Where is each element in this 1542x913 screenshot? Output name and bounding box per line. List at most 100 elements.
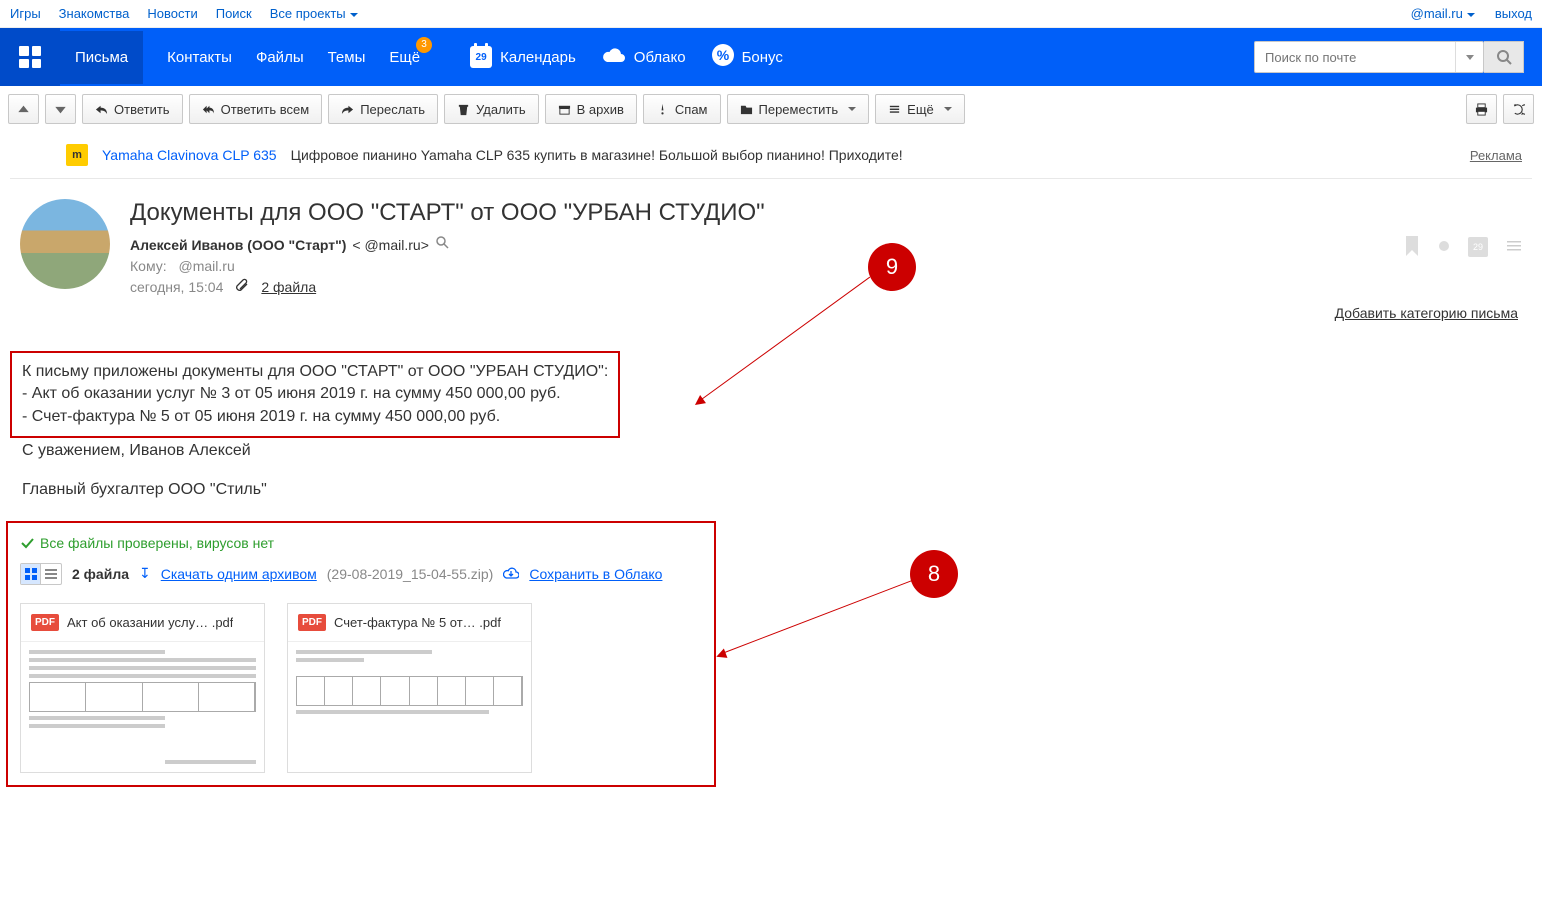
search-input[interactable]: [1255, 50, 1455, 65]
attach-toolbar: 2 файла ↧ Скачать одним архивом (29-08-2…: [20, 563, 702, 585]
archive-filename: (29-08-2019_15-04-55.zip): [327, 566, 494, 582]
top-nav-games[interactable]: Игры: [10, 6, 41, 21]
tab-themes[interactable]: Темы: [328, 49, 366, 66]
ad-label[interactable]: Реклама: [1470, 148, 1522, 163]
prev-button[interactable]: [8, 94, 39, 124]
tab-files[interactable]: Файлы: [256, 49, 304, 66]
email-to: Кому: @mail.ru: [130, 258, 1404, 274]
tab-letters[interactable]: Письма: [60, 31, 143, 84]
top-nav-dating[interactable]: Знакомства: [59, 6, 130, 21]
calendar-mini-icon[interactable]: 29: [1468, 237, 1488, 257]
body-line-5: Главный бухгалтер ООО "Стиль": [10, 477, 1532, 501]
nav-bonus[interactable]: % Бонус: [712, 44, 783, 70]
bookmark-icon[interactable]: [1404, 236, 1420, 259]
toolbar-right: [1466, 94, 1534, 124]
download-archive-link[interactable]: Скачать одним архивом: [161, 566, 317, 582]
annotation-box-body: К письму приложены документы для ООО "СТ…: [10, 351, 620, 438]
view-list-button[interactable]: [41, 564, 61, 584]
top-nav-left: Игры Знакомства Новости Поиск Все проект…: [10, 6, 358, 21]
body-line-3: - Счет-фактура № 5 от 05 июня 2019 г. на…: [22, 406, 608, 428]
nav-extras: 29 Календарь Облако % Бонус: [470, 28, 783, 86]
email-date: сегодня, 15:04: [130, 279, 223, 295]
delete-button[interactable]: Удалить: [444, 94, 539, 124]
spam-button[interactable]: Спам: [643, 94, 721, 124]
reply-all-button[interactable]: Ответить всем: [189, 94, 323, 124]
callout-9: 9: [868, 243, 916, 291]
calendar-icon: 29: [470, 46, 492, 68]
view-toggle: [20, 563, 62, 585]
tab-contacts[interactable]: Контакты: [167, 49, 232, 66]
virus-text: Все файлы проверены, вирусов нет: [40, 535, 274, 551]
header-actions: 29: [1404, 199, 1522, 295]
date-row: сегодня, 15:04 2 файла: [130, 278, 1404, 295]
svg-text:%: %: [716, 47, 729, 63]
move-button[interactable]: Переместить: [727, 94, 870, 124]
toolbar: Ответить Ответить всем Переслать Удалить…: [0, 86, 1542, 132]
ad-text: Цифровое пианино Yamaha CLP 635 купить в…: [291, 147, 903, 163]
view-grid-button[interactable]: [21, 564, 41, 584]
file-card-0[interactable]: PDF Акт об оказании услу… .pdf: [20, 603, 265, 773]
from-name: Алексей Иванов (ООО "Старт"): [130, 237, 346, 253]
percent-icon: %: [712, 44, 734, 70]
apps-tile[interactable]: [0, 28, 60, 86]
check-icon: [20, 536, 34, 550]
unread-dot-icon[interactable]: [1438, 239, 1450, 255]
email-subject: Документы для ООО "СТАРТ" от ООО "УРБАН …: [130, 199, 1404, 227]
search-button[interactable]: [1484, 41, 1524, 73]
email-from: Алексей Иванов (ООО "Старт") < @mail.ru>: [130, 235, 1404, 254]
forward-button[interactable]: Переслать: [328, 94, 438, 124]
top-nav: Игры Знакомства Новости Поиск Все проект…: [0, 0, 1542, 28]
from-email: < @mail.ru>: [352, 237, 428, 253]
nav-tabs: Письма Контакты Файлы Темы Ещё3: [60, 28, 420, 86]
next-button[interactable]: [45, 94, 76, 124]
file-card-1[interactable]: PDF Счет-фактура № 5 от… .pdf: [287, 603, 532, 773]
cloud-label: Облако: [634, 49, 686, 66]
pdf-icon: PDF: [31, 614, 59, 631]
nav-calendar[interactable]: 29 Календарь: [470, 46, 576, 68]
calendar-label: Календарь: [500, 49, 576, 66]
to-address: @mail.ru: [179, 258, 235, 274]
callout-8-line: [722, 574, 928, 654]
body-line-2: - Акт об оказании услуг № 3 от 05 июня 2…: [22, 383, 608, 405]
tab-more[interactable]: Ещё3: [389, 49, 420, 66]
menu-icon[interactable]: [1506, 238, 1522, 257]
nav-cloud[interactable]: Облако: [602, 46, 686, 68]
save-cloud-link[interactable]: Сохранить в Облако: [529, 566, 662, 582]
body-line-1: К письму приложены документы для ООО "СТ…: [22, 361, 608, 383]
bonus-label: Бонус: [742, 49, 783, 66]
search-scope-dropdown[interactable]: [1455, 42, 1483, 72]
file-name-1: Счет-фактура № 5 от… .pdf: [334, 615, 501, 630]
account-email[interactable]: @mail.ru: [1411, 6, 1475, 21]
header-info: Документы для ООО "СТАРТ" от ООО "УРБАН …: [130, 199, 1404, 295]
add-category-row: Добавить категорию письма: [0, 305, 1542, 321]
search-sender-icon[interactable]: [435, 235, 451, 254]
more-button[interactable]: Ещё: [875, 94, 965, 124]
body-line-4: С уважением, Иванов Алексей: [10, 438, 1532, 462]
ad-link[interactable]: Yamaha Clavinova CLP 635: [102, 147, 277, 163]
attach-count: 2 файла: [72, 566, 129, 582]
file-name-0: Акт об оказании услу… .pdf: [67, 615, 233, 630]
file-preview-0: [21, 642, 264, 772]
sender-avatar[interactable]: [20, 199, 110, 289]
reply-button[interactable]: Ответить: [82, 94, 183, 124]
print-button[interactable]: [1466, 94, 1497, 124]
top-nav-news[interactable]: Новости: [147, 6, 197, 21]
email-body: К письму приложены документы для ООО "СТ…: [10, 351, 1532, 501]
add-category-link[interactable]: Добавить категорию письма: [1335, 305, 1518, 321]
main-nav-left: Письма Контакты Файлы Темы Ещё3 29 Кален…: [0, 28, 783, 86]
top-nav-all-projects[interactable]: Все проекты: [270, 6, 358, 21]
logout-link[interactable]: выход: [1495, 6, 1532, 21]
cloud-icon: [602, 46, 626, 68]
main-nav: Письма Контакты Файлы Темы Ещё3 29 Кален…: [0, 28, 1542, 86]
attachments-link[interactable]: 2 файла: [261, 279, 316, 295]
top-nav-search[interactable]: Поиск: [216, 6, 252, 21]
search-wrap: [1254, 41, 1524, 73]
search-box: [1254, 41, 1484, 73]
new-window-button[interactable]: [1503, 94, 1534, 124]
callout-8: 8: [910, 550, 958, 598]
file-preview-1: [288, 642, 531, 772]
archive-button[interactable]: В архив: [545, 94, 637, 124]
to-label: Кому:: [130, 258, 167, 274]
ad-favicon: m: [66, 144, 88, 166]
more-badge: 3: [416, 37, 432, 53]
